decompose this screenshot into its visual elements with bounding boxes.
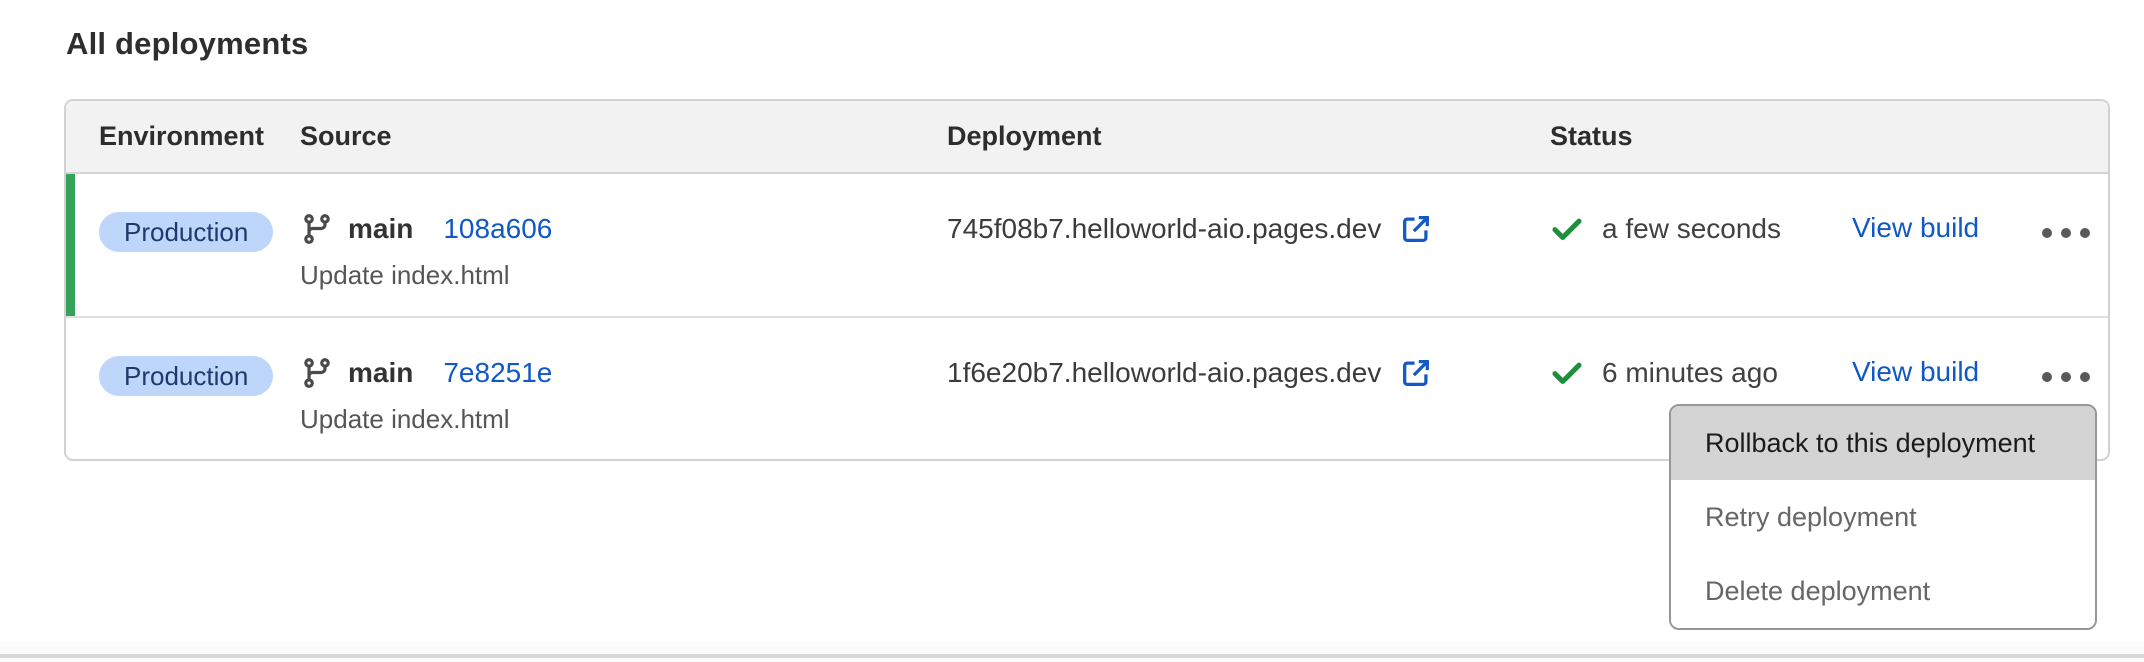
ellipsis-icon bbox=[2042, 372, 2052, 382]
environment-badge: Production bbox=[99, 212, 273, 252]
commit-link[interactable]: 7e8251e bbox=[443, 357, 552, 389]
git-branch-icon bbox=[300, 356, 334, 390]
deployment-actions-menu: Rollback to this deployment Retry deploy… bbox=[1669, 404, 2097, 630]
deployment-cell: 745f08b7.helloworld-aio.pages.dev bbox=[947, 174, 1550, 316]
environment-badge: Production bbox=[99, 356, 273, 396]
view-build-cell: View build bbox=[1852, 174, 2042, 316]
environment-cell: Production bbox=[66, 174, 300, 316]
commit-message: Update index.html bbox=[300, 260, 947, 291]
menu-item-delete[interactable]: Delete deployment bbox=[1671, 554, 2095, 628]
status-success-icon bbox=[1550, 356, 1584, 390]
status-text: 6 minutes ago bbox=[1602, 357, 1778, 389]
status-cell: a few seconds bbox=[1550, 174, 1852, 316]
status-text: a few seconds bbox=[1602, 213, 1781, 245]
more-actions-button[interactable] bbox=[2042, 372, 2112, 382]
source-cell: main 7e8251e Update index.html bbox=[300, 318, 947, 457]
menu-item-retry[interactable]: Retry deployment bbox=[1671, 480, 2095, 554]
page-bottom-divider bbox=[0, 654, 2144, 658]
column-header-deployment: Deployment bbox=[947, 121, 1550, 152]
status-success-icon bbox=[1550, 212, 1584, 246]
column-header-status: Status bbox=[1550, 121, 1852, 152]
table-row: Production main 108a606 Update index.htm… bbox=[66, 174, 2108, 318]
deployment-url: 745f08b7.helloworld-aio.pages.dev bbox=[947, 213, 1381, 245]
deployments-page: All deployments Environment Source Deplo… bbox=[0, 0, 2144, 662]
view-build-link[interactable]: View build bbox=[1852, 356, 1979, 387]
external-link-icon[interactable] bbox=[1399, 356, 1433, 390]
source-cell: main 108a606 Update index.html bbox=[300, 174, 947, 316]
deployment-url: 1f6e20b7.helloworld-aio.pages.dev bbox=[947, 357, 1381, 389]
deployment-cell: 1f6e20b7.helloworld-aio.pages.dev bbox=[947, 318, 1550, 457]
view-build-link[interactable]: View build bbox=[1852, 212, 1979, 243]
ellipsis-icon bbox=[2042, 228, 2052, 238]
table-header-row: Environment Source Deployment Status bbox=[66, 101, 2108, 174]
page-bottom-band bbox=[0, 642, 2144, 654]
commit-message: Update index.html bbox=[300, 404, 947, 435]
environment-cell: Production bbox=[66, 318, 300, 457]
commit-link[interactable]: 108a606 bbox=[443, 213, 552, 245]
branch-name: main bbox=[348, 357, 413, 389]
external-link-icon[interactable] bbox=[1399, 212, 1433, 246]
actions-cell bbox=[2042, 174, 2112, 316]
column-header-environment: Environment bbox=[66, 121, 300, 152]
more-actions-button[interactable] bbox=[2042, 228, 2112, 238]
page-title: All deployments bbox=[66, 26, 308, 62]
column-header-source: Source bbox=[300, 121, 947, 152]
branch-name: main bbox=[348, 213, 413, 245]
git-branch-icon bbox=[300, 212, 334, 246]
menu-item-rollback[interactable]: Rollback to this deployment bbox=[1671, 406, 2095, 480]
